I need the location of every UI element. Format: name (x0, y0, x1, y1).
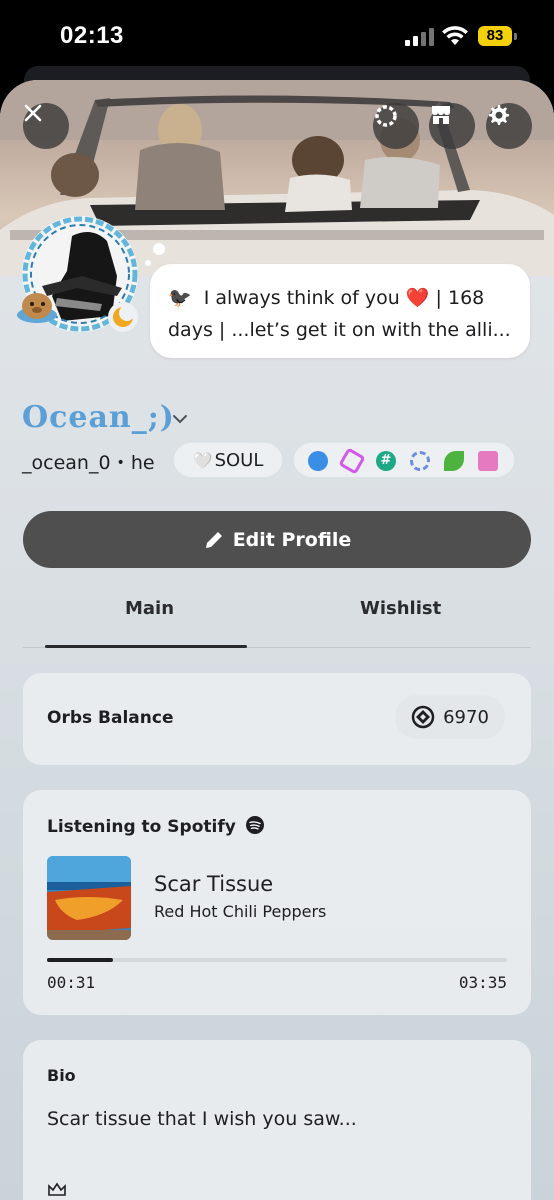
spotify-icon (245, 816, 264, 834)
status-message: I always think of you ❤️ | 168 days | ..… (168, 287, 511, 341)
pronouns: he (130, 452, 155, 474)
badge-ring-icon (375, 105, 397, 127)
display-name[interactable]: Ocean_;) (22, 400, 175, 435)
elapsed-time: 00:31 (47, 973, 96, 992)
track-artist[interactable]: Red Hot Chili Peppers (154, 902, 326, 921)
server-tag-pill[interactable]: 🤍 SOUL (174, 443, 282, 477)
close-button[interactable] (23, 103, 69, 149)
playback-progress-fill (47, 958, 114, 962)
bio-label: Bio (47, 1066, 76, 1085)
chevron-down-icon[interactable] (172, 413, 188, 425)
status-time: 02:13 (60, 22, 124, 49)
custom-status-text: 🐦‍⬛ I always think of you ❤️ | 168 days … (168, 282, 518, 346)
edit-profile-button[interactable]: Edit Profile (23, 511, 531, 568)
moon-icon (113, 305, 135, 327)
badge-list: # (294, 443, 514, 477)
spotify-label-text: Listening to Spotify (47, 817, 236, 837)
album-art[interactable] (47, 856, 131, 940)
custom-status-bubble[interactable]: 🐦‍⬛ I always think of you ❤️ | 168 days … (150, 264, 530, 358)
separator-dot: • (116, 455, 125, 471)
pencil-icon (205, 531, 222, 548)
orbs-label: Orbs Balance (47, 708, 174, 728)
idle-status-indicator (108, 302, 138, 332)
bio-text: Scar tissue that I wish you saw... (47, 1108, 357, 1130)
username: _ocean_0 (22, 452, 111, 474)
orbs-card[interactable]: Orbs Balance 6970 (23, 673, 531, 765)
shop-icon (432, 106, 450, 124)
nitro-badge-icon[interactable] (308, 451, 328, 471)
spotify-card[interactable]: Listening to Spotify Scar Tissue Red Hot… (23, 790, 531, 1015)
edit-profile-label: Edit Profile (232, 528, 352, 551)
bubble-tail-large (153, 243, 165, 255)
username-row: _ocean_0 • he (22, 448, 155, 478)
boost-badge-icon[interactable] (338, 447, 366, 475)
profile-tabs: Main Wishlist (23, 598, 531, 648)
cellular-signal-icon (405, 28, 435, 46)
server-tag-text: SOUL (214, 449, 264, 471)
tab-active-indicator (45, 645, 247, 648)
track-title[interactable]: Scar Tissue (154, 872, 273, 896)
close-icon (24, 104, 42, 122)
wifi-icon (442, 26, 468, 45)
orbs-value: 6970 (443, 706, 489, 728)
gift-badge-icon[interactable] (478, 451, 498, 471)
shop-button[interactable] (429, 103, 475, 149)
capybara-decoration (17, 293, 57, 323)
nitro-button[interactable] (373, 103, 419, 149)
settings-button[interactable] (486, 103, 532, 149)
quest-badge-icon[interactable] (410, 451, 430, 471)
playback-progress-bar (47, 958, 507, 962)
bubble-tail-small (145, 260, 151, 266)
track-duration: 03:35 (458, 973, 507, 992)
tab-wishlist[interactable]: Wishlist (360, 598, 441, 619)
spotify-label: Listening to Spotify (47, 816, 264, 837)
hashtag-badge-icon[interactable]: # (376, 451, 396, 471)
battery-indicator: 83 (478, 26, 512, 46)
orb-icon (411, 705, 435, 729)
heart-icon: 🤍 (192, 450, 213, 470)
tab-main[interactable]: Main (125, 598, 174, 619)
profile-sheet: 🐦‍⬛ I always think of you ❤️ | 168 days … (0, 80, 554, 1200)
orbs-balance-pill[interactable]: 6970 (395, 695, 505, 739)
crown-icon (48, 1182, 66, 1196)
battery-tip (514, 33, 517, 40)
gear-icon (489, 105, 509, 125)
leaf-badge-icon[interactable] (444, 451, 464, 471)
status-emoji: 🐦‍⬛ (168, 287, 192, 309)
bio-card: Bio Scar tissue that I wish you saw... (23, 1040, 531, 1200)
